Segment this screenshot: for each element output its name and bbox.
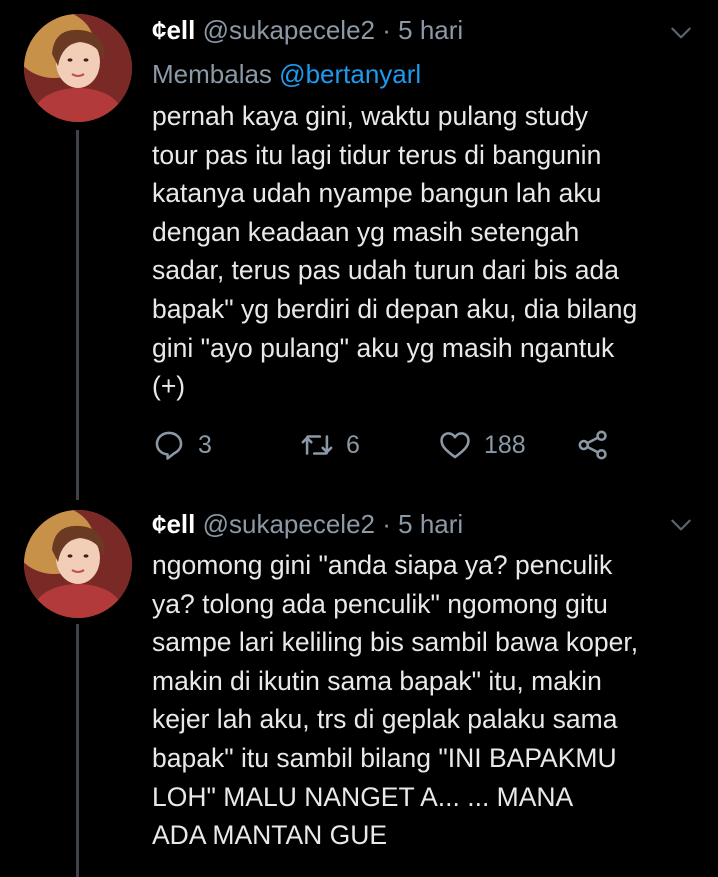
reply-prefix: Membalas (152, 59, 272, 89)
thread-line (76, 624, 79, 877)
reply-mention-link[interactable]: @bertanyarl (279, 59, 421, 89)
retweet-button[interactable]: 6 (300, 425, 360, 465)
retweet-count: 6 (346, 430, 360, 459)
tweet-actions: 3 6 188 (152, 425, 652, 465)
retweet-icon (301, 435, 333, 455)
tweet-header: ¢ell @sukapecele2 · 5 hari (152, 508, 463, 540)
chevron-down-icon[interactable] (668, 512, 694, 538)
separator: · (382, 15, 391, 45)
tweet[interactable]: ¢ell @sukapecele2 · 5 hari ngomong gini … (0, 500, 718, 877)
tweet-text: ngomong gini "anda siapa ya? penculik ya… (152, 550, 639, 851)
reply-count: 3 (198, 430, 212, 459)
like-button[interactable]: 188 (438, 425, 526, 465)
reply-button[interactable]: 3 (152, 425, 212, 465)
avatar-image (24, 510, 132, 618)
heart-icon (440, 432, 470, 459)
avatar-image (24, 14, 132, 122)
reply-context: Membalas @bertanyarl (152, 58, 421, 90)
author-handle[interactable]: @sukapecele2 (203, 509, 375, 539)
tweet-header: ¢ell @sukapecele2 · 5 hari (152, 14, 463, 46)
author-name[interactable]: ¢ell (152, 509, 195, 539)
share-button[interactable] (576, 425, 610, 465)
timestamp[interactable]: 5 hari (398, 15, 463, 45)
tweet[interactable]: ¢ell @sukapecele2 · 5 hari Membalas @ber… (0, 0, 718, 500)
author-handle[interactable]: @sukapecele2 (203, 15, 375, 45)
author-name[interactable]: ¢ell (152, 15, 195, 45)
avatar[interactable] (24, 510, 132, 618)
tweet-text: pernah kaya gini, waktu pulang study tou… (152, 101, 638, 402)
avatar[interactable] (24, 14, 132, 122)
reply-icon (155, 431, 183, 460)
timestamp[interactable]: 5 hari (398, 509, 463, 539)
like-count: 188 (484, 430, 526, 459)
chevron-down-icon[interactable] (668, 20, 694, 46)
thread-line (76, 130, 79, 500)
separator: · (382, 509, 391, 539)
share-icon (578, 430, 607, 460)
